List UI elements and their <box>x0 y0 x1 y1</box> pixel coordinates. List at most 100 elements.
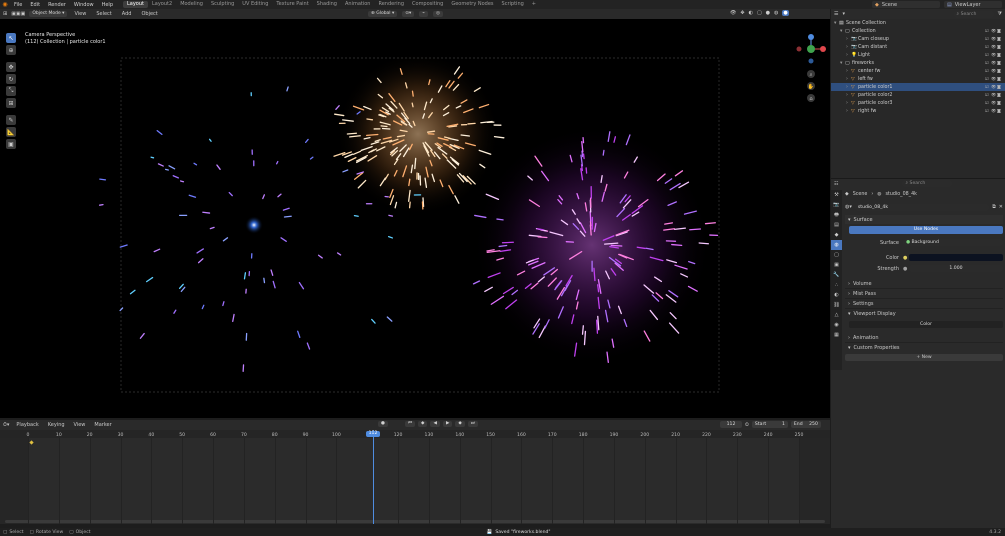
world-name-field[interactable]: studio_08_4k <box>854 203 990 211</box>
particles-tab-icon[interactable]: ∴ <box>831 280 842 290</box>
outliner-row[interactable]: › ▽ particle color3 ☑ 👁 ◙ <box>831 99 1005 107</box>
constraints-tab-icon[interactable]: ⛓ <box>831 300 842 310</box>
strength-field[interactable]: 1.000 <box>909 265 1003 272</box>
view-layer-selector[interactable]: ▤ ViewLayer <box>944 1 1002 8</box>
eye-icon[interactable]: 👁 <box>991 44 996 49</box>
exclude-checkbox-icon[interactable]: ☑ <box>985 92 989 97</box>
outliner-row[interactable]: › ▽ particle color2 ☑ 👁 ◙ <box>831 91 1005 99</box>
data-tab-icon[interactable]: △ <box>831 310 842 320</box>
viewport-menu-select[interactable]: Select <box>93 11 114 17</box>
tab-animation[interactable]: Animation <box>341 1 375 8</box>
stopwatch-icon[interactable]: ⏲ <box>745 422 749 428</box>
timeline-menu-keying[interactable]: Keying <box>46 422 67 428</box>
viewport-menu-add[interactable]: Add <box>119 11 135 17</box>
tab-layout2[interactable]: Layout2 <box>148 1 176 8</box>
overlay-toggle-icon[interactable]: ◐ <box>749 10 753 16</box>
world-browse-icon[interactable]: ◍▾ <box>845 204 852 210</box>
camera-render-icon[interactable]: ◙ <box>997 28 1001 33</box>
outliner-row[interactable]: › ▽ right fw ☑ 👁 ◙ <box>831 107 1005 115</box>
material-tab-icon[interactable]: ◉ <box>831 320 842 330</box>
outliner-row[interactable]: › ▽ particle color1 ☑ 👁 ◙ <box>831 83 1005 91</box>
xray-toggle-icon[interactable]: ▢ <box>757 10 762 16</box>
exclude-checkbox-icon[interactable]: ☑ <box>985 60 989 65</box>
keyframe-marker[interactable] <box>29 440 34 445</box>
mist-pass-panel-header[interactable]: › Mist Pass <box>845 289 1003 299</box>
properties-search-input[interactable]: ⌕ Search <box>902 180 953 187</box>
editor-type-icon[interactable]: ⊞ <box>3 11 7 17</box>
outliner-row[interactable]: ▾ ▤ Scene Collection <box>831 19 1005 27</box>
texture-tab-icon[interactable]: ▦ <box>831 330 842 340</box>
properties-editor-icon[interactable]: ☷ <box>834 181 838 187</box>
shading-solid-icon[interactable]: ● <box>766 10 770 16</box>
start-frame-field[interactable]: Start 1 <box>751 421 788 428</box>
eye-icon[interactable]: 👁 <box>991 108 996 113</box>
jump-end-icon[interactable]: ⏭ <box>467 421 478 427</box>
render-tab-icon[interactable]: 📷 <box>831 200 842 210</box>
scene-selector[interactable]: ◆ Scene <box>872 1 940 8</box>
end-frame-field[interactable]: End 250 <box>790 421 821 428</box>
tab-geometry-nodes[interactable]: Geometry Nodes <box>447 1 497 8</box>
eye-icon[interactable]: 👁 <box>991 100 996 105</box>
eye-icon[interactable]: 👁 <box>991 36 996 41</box>
new-property-button[interactable]: + New <box>845 354 1003 361</box>
eye-icon[interactable]: 👁 <box>991 28 996 33</box>
camera-render-icon[interactable]: ◙ <box>997 44 1001 49</box>
measure-icon[interactable]: 📐 <box>6 127 16 137</box>
eye-icon[interactable]: 👁 <box>991 52 996 57</box>
camera-render-icon[interactable]: ◙ <box>997 92 1001 97</box>
navigation-gizmo[interactable]: ⌕ ✋ ⌂ <box>795 31 827 111</box>
play-icon[interactable]: ▶ <box>442 421 453 427</box>
outliner-row[interactable]: › 📷 Cam closeup ☑ 👁 ◙ <box>831 35 1005 43</box>
camera-render-icon[interactable]: ◙ <box>997 68 1001 73</box>
shading-rendered-icon[interactable]: ● <box>782 10 789 16</box>
tab-modeling[interactable]: Modeling <box>176 1 207 8</box>
camera-render-icon[interactable]: ◙ <box>997 76 1001 81</box>
eye-icon[interactable]: 👁 <box>991 92 996 97</box>
modifier-tab-icon[interactable]: 🔧 <box>831 270 842 280</box>
snap-toggle[interactable]: ⌁ <box>419 11 429 17</box>
exclude-checkbox-icon[interactable]: ☑ <box>985 76 989 81</box>
tab-sculpting[interactable]: Sculpting <box>207 1 238 8</box>
menu-render[interactable]: Render <box>44 2 70 8</box>
object-tab-icon[interactable]: ▣ <box>831 260 842 270</box>
menu-edit[interactable]: Edit <box>26 2 44 8</box>
unlink-world-icon[interactable]: ✕ <box>999 204 1003 210</box>
add-cube-icon[interactable]: ▣ <box>6 139 16 149</box>
eye-icon[interactable]: 👁 <box>991 60 996 65</box>
use-nodes-button[interactable]: Use Nodes <box>849 226 1003 234</box>
exclude-checkbox-icon[interactable]: ☑ <box>985 36 989 41</box>
exclude-checkbox-icon[interactable]: ☑ <box>985 100 989 105</box>
tab-compositing[interactable]: Compositing <box>408 1 447 8</box>
playhead-frame-badge[interactable]: 112 <box>366 431 380 437</box>
world-color-swatch[interactable] <box>909 254 1003 261</box>
exclude-checkbox-icon[interactable]: ☑ <box>985 68 989 73</box>
custom-properties-panel-header[interactable]: ▾ Custom Properties <box>845 343 1003 353</box>
world-tab-icon[interactable]: ◍ <box>831 240 842 250</box>
duplicate-world-icon[interactable]: ⧉ <box>992 204 996 210</box>
camera-render-icon[interactable]: ◙ <box>997 60 1001 65</box>
transform-icon[interactable]: ⊞ <box>6 98 16 108</box>
camera-render-icon[interactable]: ◙ <box>997 84 1001 89</box>
collection-tab-icon[interactable]: ▢ <box>831 250 842 260</box>
outliner-row[interactable]: › ▽ left fw ☑ 👁 ◙ <box>831 75 1005 83</box>
exclude-checkbox-icon[interactable]: ☑ <box>985 52 989 57</box>
output-tab-icon[interactable]: 🖶 <box>831 210 842 220</box>
select-box-icon[interactable]: ↖ <box>6 33 16 43</box>
gizmo-toggle-icon[interactable]: ✥ <box>740 10 744 16</box>
outliner-row[interactable]: › 📷 Cam distant ☑ 👁 ◙ <box>831 43 1005 51</box>
outliner-row[interactable]: › ▽ center fw ☑ 👁 ◙ <box>831 67 1005 75</box>
volume-panel-header[interactable]: › Volume <box>845 279 1003 289</box>
surface-panel-header[interactable]: ▾ Surface <box>845 215 1003 224</box>
outliner-row[interactable]: ▾ ▢ Collection ☑ 👁 ◙ <box>831 27 1005 35</box>
eye-icon[interactable]: 👁 <box>991 76 996 81</box>
view-layer-tab-icon[interactable]: ▤ <box>831 220 842 230</box>
prev-keyframe-icon[interactable]: ◆ <box>418 421 428 427</box>
exclude-checkbox-icon[interactable]: ☑ <box>985 44 989 49</box>
scene-tab-icon[interactable]: ◆ <box>831 230 842 240</box>
blender-logo-icon[interactable]: ◉ <box>0 1 10 8</box>
tab-shading[interactable]: Shading <box>313 1 341 8</box>
timeline-menu-view[interactable]: View <box>72 422 88 428</box>
menu-help[interactable]: Help <box>98 2 117 8</box>
visibility-icon[interactable]: 👁 <box>730 10 736 16</box>
physics-tab-icon[interactable]: ◐ <box>831 290 842 300</box>
